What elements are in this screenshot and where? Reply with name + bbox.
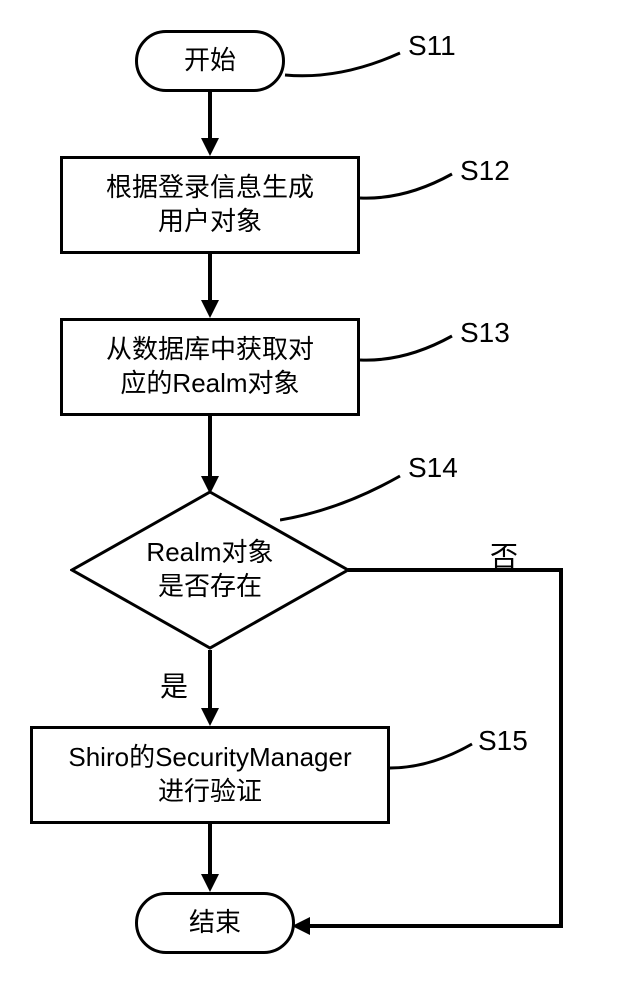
label-s11: S11 xyxy=(408,30,456,62)
start-text: 开始 xyxy=(184,44,236,78)
arrow-start-s12 xyxy=(208,92,212,140)
label-s12: S12 xyxy=(460,155,510,187)
callout-s15 xyxy=(390,738,480,778)
label-s15: S15 xyxy=(478,725,528,757)
label-s14: S14 xyxy=(408,452,458,484)
s15-text: Shiro的SecurityManager 进行验证 xyxy=(68,741,351,809)
s14-text: Realm对象 是否存在 xyxy=(146,536,273,604)
label-s13: S13 xyxy=(460,317,510,349)
arrow-head-1 xyxy=(201,138,219,156)
s12-node: 根据登录信息生成 用户对象 xyxy=(60,156,360,254)
arrow-head-4 xyxy=(201,708,219,726)
s13-text: 从数据库中获取对 应的Realm对象 xyxy=(106,333,314,401)
arrow-head-2 xyxy=(201,300,219,318)
no-h1 xyxy=(348,568,563,572)
start-node: 开始 xyxy=(135,30,285,92)
arrow-head-5 xyxy=(201,874,219,892)
label-yes: 是 xyxy=(160,665,188,705)
callout-s12 xyxy=(360,168,460,208)
s12-text: 根据登录信息生成 用户对象 xyxy=(106,171,314,239)
arrow-s14-s15 xyxy=(208,650,212,710)
arrow-s12-s13 xyxy=(208,254,212,302)
arrow-s15-end xyxy=(208,824,212,876)
callout-s11 xyxy=(280,45,410,85)
end-text: 结束 xyxy=(189,906,241,940)
no-v1 xyxy=(559,568,563,928)
callout-s14 xyxy=(280,470,410,530)
s15-node: Shiro的SecurityManager 进行验证 xyxy=(30,726,390,824)
arrow-s13-s14 xyxy=(208,416,212,478)
s13-node: 从数据库中获取对 应的Realm对象 xyxy=(60,318,360,416)
end-node: 结束 xyxy=(135,892,295,954)
no-h2 xyxy=(308,924,563,928)
callout-s13 xyxy=(360,330,460,370)
